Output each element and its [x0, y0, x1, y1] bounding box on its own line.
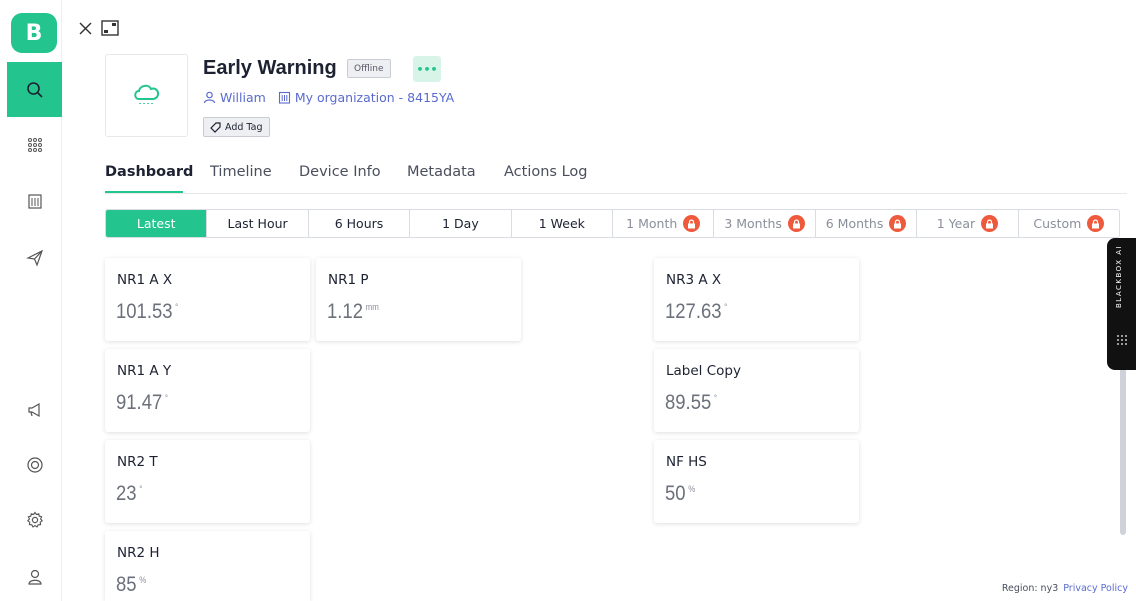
- widget-value: 50%: [665, 482, 696, 505]
- cloud-rain-icon: [133, 84, 159, 104]
- range-label: 1 Month: [626, 216, 678, 231]
- widget-value: 91.47 °: [116, 391, 169, 414]
- range-label: 1 Week: [538, 216, 585, 231]
- sidebar: B: [7, 0, 62, 601]
- device-image: [105, 54, 188, 137]
- range-6-hours[interactable]: 6 Hours: [309, 210, 411, 237]
- range-1-month[interactable]: 1 Month: [613, 210, 715, 237]
- lock-icon: [889, 215, 907, 232]
- range-latest[interactable]: Latest: [106, 210, 208, 237]
- range-label: 6 Hours: [334, 216, 384, 231]
- search-nav-button[interactable]: [7, 62, 62, 117]
- owner-link[interactable]: William: [220, 90, 266, 105]
- status-badge: Offline: [347, 59, 391, 78]
- lock-icon: [683, 215, 701, 232]
- active-tab-indicator: [105, 191, 183, 193]
- tag-icon: [210, 121, 221, 133]
- profile-nav-button[interactable]: [7, 557, 62, 597]
- range-1-day[interactable]: 1 Day: [410, 210, 512, 237]
- region-label: Region: ny3: [1001, 583, 1059, 594]
- blackbox-ai-tab[interactable]: BLACKBOX AI: [1107, 238, 1136, 370]
- gear-icon: [26, 511, 43, 528]
- lock-icon: [1087, 215, 1105, 232]
- widget-nf-hs[interactable]: NF HS 50%: [654, 440, 859, 523]
- widget-label: NR1 P: [328, 272, 369, 288]
- more-actions-button[interactable]: •••: [413, 56, 441, 82]
- settings-nav-button[interactable]: [7, 500, 62, 540]
- tab-device-info[interactable]: Device Info: [299, 164, 381, 180]
- device-title: Early Warning: [203, 57, 337, 79]
- lock-icon: [981, 215, 999, 232]
- send-icon: [25, 249, 43, 267]
- time-range-selector: Latest Last Hour 6 Hours 1 Day 1 Week 1 …: [105, 209, 1120, 238]
- blynk-logo[interactable]: B: [11, 13, 57, 53]
- help-nav-button[interactable]: [7, 445, 62, 485]
- widget-nr1-a-x[interactable]: NR1 A X 101.53 °: [105, 258, 310, 341]
- widget-nr2-h[interactable]: NR2 H 85%: [105, 531, 310, 601]
- widget-label: NR1 A X: [117, 272, 173, 288]
- range-label: Custom: [1033, 216, 1082, 231]
- widget-value: 23 °: [116, 482, 143, 505]
- range-last-hour[interactable]: Last Hour: [207, 210, 309, 237]
- devices-nav-button[interactable]: [7, 125, 62, 165]
- expand-icon[interactable]: [101, 20, 119, 36]
- messages-nav-button[interactable]: [7, 238, 62, 278]
- close-icon[interactable]: [78, 21, 93, 36]
- range-6-months[interactable]: 6 Months: [816, 210, 918, 237]
- range-label: 1 Day: [442, 216, 479, 231]
- building-icon: [27, 194, 42, 209]
- building-icon: [278, 91, 290, 104]
- range-label: 3 Months: [724, 216, 782, 231]
- tab-timeline[interactable]: Timeline: [210, 164, 272, 180]
- widget-label: NR2 H: [117, 545, 160, 561]
- widget-value: 89.55 °: [665, 391, 718, 414]
- dots-logo-icon: [1117, 335, 1127, 345]
- range-label: Last Hour: [227, 216, 288, 231]
- range-1-week[interactable]: 1 Week: [512, 210, 614, 237]
- top-bar: [78, 20, 119, 36]
- user-icon: [27, 569, 42, 585]
- grid-icon: [27, 138, 42, 152]
- search-icon: [26, 81, 43, 98]
- widget-value: 1.12 mm: [327, 300, 379, 323]
- announcements-nav-button[interactable]: [7, 390, 62, 430]
- tab-dashboard[interactable]: Dashboard: [105, 164, 193, 180]
- megaphone-icon: [27, 402, 40, 418]
- range-label: 1 Year: [936, 216, 976, 231]
- widget-label: NR3 A X: [666, 272, 722, 288]
- lock-icon: [787, 215, 805, 232]
- widget-nr1-p[interactable]: NR1 P 1.12 mm: [316, 258, 521, 341]
- widget-label: NR2 T: [117, 454, 158, 470]
- organizations-nav-button[interactable]: [7, 181, 62, 221]
- footer: Region: ny3 Privacy Policy: [1002, 583, 1128, 594]
- range-label: 6 Months: [825, 216, 884, 231]
- organization-link[interactable]: My organization - 8415YA: [295, 90, 454, 105]
- widget-value: 127.63 °: [665, 300, 728, 323]
- range-custom[interactable]: Custom: [1019, 210, 1119, 237]
- widget-nr2-t[interactable]: NR2 T 23 °: [105, 440, 310, 523]
- owner-row: William My organization - 8415YA: [203, 90, 454, 105]
- lifebuoy-icon: [26, 457, 43, 473]
- privacy-policy-link[interactable]: Privacy Policy: [1063, 583, 1128, 594]
- widget-value: 85%: [116, 573, 147, 596]
- range-3-months[interactable]: 3 Months: [714, 210, 816, 237]
- widget-label: Label Copy: [666, 363, 741, 379]
- widget-label: NR1 A Y: [117, 363, 172, 379]
- user-icon: [203, 91, 216, 104]
- widget-nr1-a-y[interactable]: NR1 A Y 91.47 °: [105, 349, 310, 432]
- tab-actions-log[interactable]: Actions Log: [504, 164, 587, 180]
- range-label: Latest: [136, 216, 176, 231]
- widget-label-copy[interactable]: Label Copy 89.55 °: [654, 349, 859, 432]
- add-tag-button[interactable]: Add Tag: [203, 117, 270, 137]
- add-tag-label: Add Tag: [225, 121, 263, 133]
- blackbox-ai-label: BLACKBOX AI: [1115, 244, 1123, 308]
- device-tabs: Dashboard Timeline Device Info Metadata …: [105, 164, 1127, 194]
- widget-nr3-a-x[interactable]: NR3 A X 127.63 °: [654, 258, 859, 341]
- tab-metadata[interactable]: Metadata: [407, 164, 476, 180]
- range-1-year[interactable]: 1 Year: [917, 210, 1019, 237]
- widget-label: NF HS: [666, 454, 707, 470]
- widget-value: 101.53 °: [116, 300, 179, 323]
